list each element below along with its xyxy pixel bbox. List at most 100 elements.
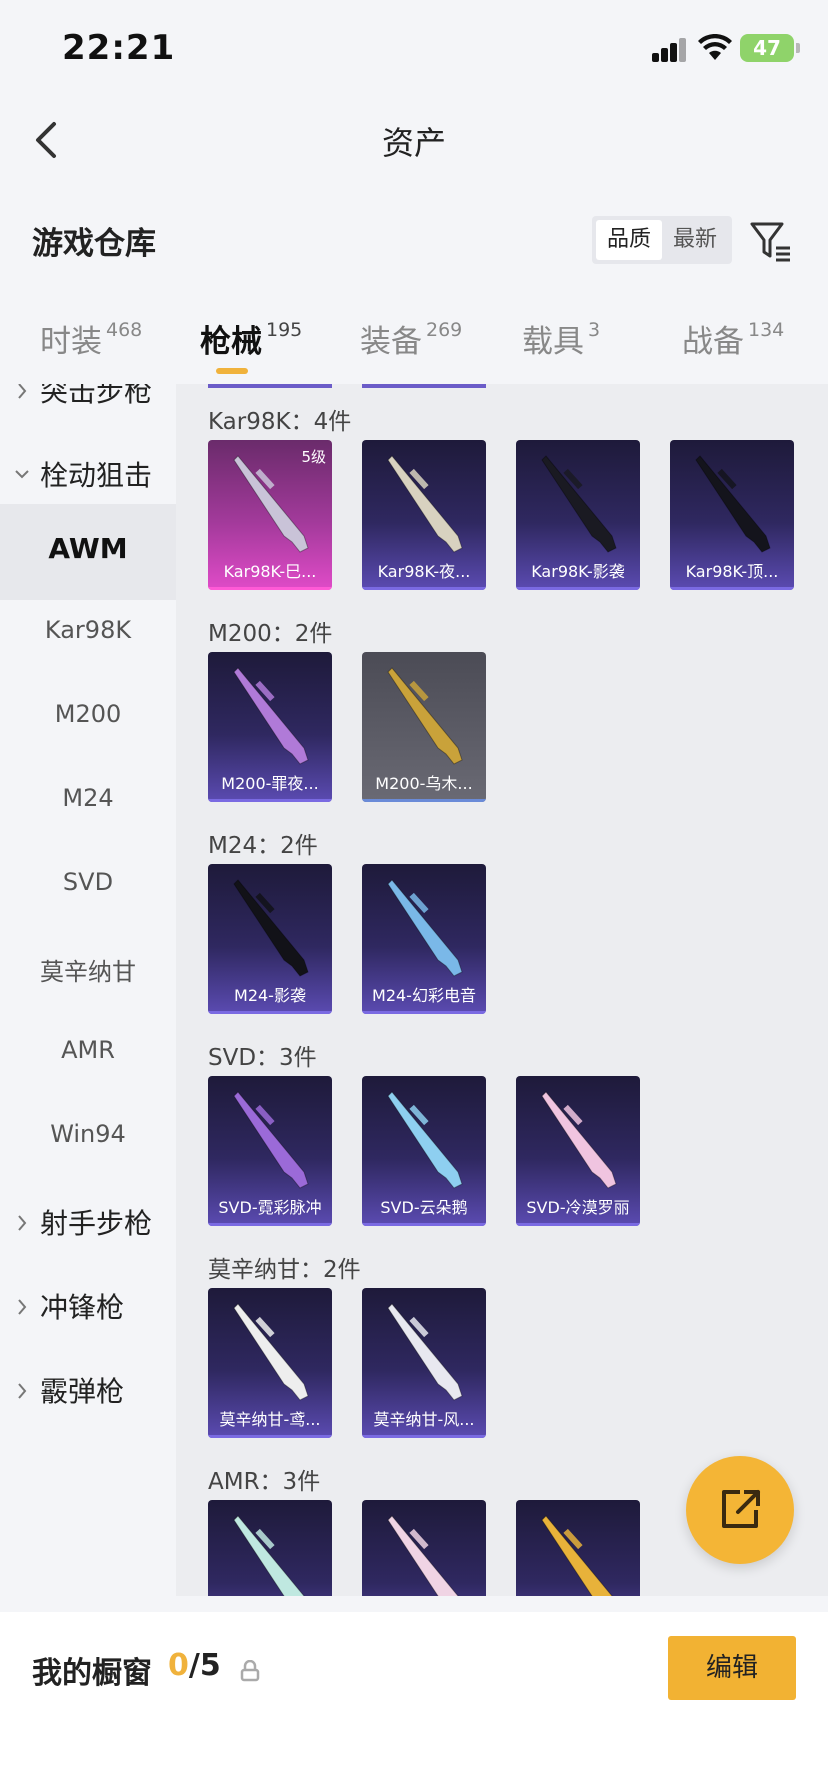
tab-label: 枪械 bbox=[200, 324, 262, 360]
sidebar-item-label: 莫辛纳甘 bbox=[40, 958, 136, 986]
card-edge bbox=[208, 384, 332, 388]
sidebar-item-label: M24 bbox=[62, 784, 114, 812]
weapon-group-title: M24：2件 bbox=[208, 833, 318, 859]
showcase-current: 0 bbox=[168, 1648, 189, 1683]
weapon-card[interactable] bbox=[362, 1500, 486, 1596]
edit-button[interactable]: 编辑 bbox=[668, 1636, 796, 1700]
sidebar-item[interactable]: AMR bbox=[0, 1008, 176, 1104]
sort-toggle: 品质 最新 bbox=[592, 216, 732, 264]
weapon-card-name: M200-罪夜... bbox=[221, 774, 319, 793]
weapon-group: M24：2件 M24-影袭 M24-幻彩电音 bbox=[176, 826, 828, 1038]
lock-icon bbox=[240, 1660, 260, 1682]
weapon-card[interactable]: SVD-冷漠罗丽 bbox=[516, 1076, 640, 1226]
sidebar-item[interactable]: M200 bbox=[0, 672, 176, 768]
weapon-card[interactable]: M200-罪夜... bbox=[208, 652, 332, 802]
chevron-right-icon bbox=[18, 1215, 27, 1231]
weapon-card[interactable]: Kar98K-影袭 bbox=[516, 440, 640, 590]
tab-label: 装备 bbox=[360, 324, 422, 360]
weapon-card-name: 莫辛纳甘-风... bbox=[373, 1410, 475, 1429]
sidebar-item[interactable]: M24 bbox=[0, 756, 176, 852]
weapon-card[interactable]: 莫辛纳甘-风... bbox=[362, 1288, 486, 1438]
sidebar-item[interactable]: 射手步枪 bbox=[0, 1176, 176, 1272]
chevron-right-icon bbox=[18, 1299, 27, 1315]
sidebar-item[interactable]: Win94 bbox=[0, 1092, 176, 1188]
weapon-card[interactable]: M200-乌木... bbox=[362, 652, 486, 802]
sidebar-item[interactable]: 冲锋枪 bbox=[0, 1260, 176, 1356]
weapon-card-name: Kar98K-巳... bbox=[223, 562, 317, 581]
rarity-bar bbox=[362, 1435, 486, 1438]
weapon-card-name: M24-影袭 bbox=[234, 986, 306, 1005]
tab-supplies[interactable]: 战备 134 bbox=[682, 316, 784, 376]
weapon-card[interactable] bbox=[208, 1500, 332, 1596]
rarity-bar bbox=[362, 1011, 486, 1014]
rifle-icon bbox=[387, 1515, 459, 1596]
tab-equipment[interactable]: 装备 269 bbox=[360, 316, 462, 376]
weapon-card[interactable] bbox=[516, 1500, 640, 1596]
rarity-bar bbox=[362, 587, 486, 590]
sidebar-item[interactable]: SVD bbox=[0, 840, 176, 936]
sidebar-item[interactable]: 霰弹枪 bbox=[0, 1344, 176, 1440]
weapon-group: Kar98K：4件 5级 Kar98K-巳... Kar98K-夜... Kar98K-… bbox=[176, 402, 828, 614]
weapon-card[interactable]: 莫辛纳甘-鸢... bbox=[208, 1288, 332, 1438]
warehouse-title: 游戏仓库 bbox=[32, 226, 156, 262]
showcase-total: /5 bbox=[188, 1648, 221, 1683]
chevron-right-icon bbox=[18, 1383, 27, 1399]
weapon-card[interactable]: SVD-霓彩脉冲 bbox=[208, 1076, 332, 1226]
rarity-bar bbox=[208, 799, 332, 802]
weapon-card[interactable]: Kar98K-顶... bbox=[670, 440, 794, 590]
weapon-card[interactable]: 5级 Kar98K-巳... bbox=[208, 440, 332, 590]
sidebar-item[interactable]: 莫辛纳甘 bbox=[0, 924, 176, 1020]
wifi-icon bbox=[698, 34, 732, 60]
sidebar-item[interactable]: AWM bbox=[0, 504, 176, 600]
tab-count: 269 bbox=[426, 319, 463, 341]
rarity-bar bbox=[516, 1223, 640, 1226]
sidebar-item-label: M200 bbox=[54, 700, 122, 728]
sort-newest-button[interactable]: 最新 bbox=[662, 220, 728, 260]
status-time: 22:21 bbox=[62, 28, 176, 68]
rarity-bar bbox=[362, 1223, 486, 1226]
weapon-card[interactable]: M24-幻彩电音 bbox=[362, 864, 486, 1014]
weapon-card-name: SVD-云朵鹅 bbox=[380, 1198, 468, 1217]
weapon-card[interactable]: M24-影袭 bbox=[208, 864, 332, 1014]
status-bar: 22:21 47 bbox=[0, 0, 828, 100]
sidebar-item-label: 射手步枪 bbox=[40, 1207, 153, 1240]
weapon-card-name: 莫辛纳甘-鸢... bbox=[219, 1410, 321, 1429]
chevron-right-icon bbox=[18, 384, 27, 399]
sidebar-item-label: AWM bbox=[48, 532, 128, 565]
rarity-bar bbox=[516, 587, 640, 590]
sidebar-item-label: AMR bbox=[61, 1036, 115, 1064]
weapon-group-title: 莫辛纳甘：2件 bbox=[208, 1257, 361, 1283]
category-tabs: 时装 468 枪械 195 装备 269 载具 3 战备 134 bbox=[0, 300, 828, 384]
signal-icon bbox=[652, 36, 688, 62]
weapon-card[interactable]: SVD-云朵鹅 bbox=[362, 1076, 486, 1226]
tab-label: 时装 bbox=[40, 324, 102, 360]
tab-firearms[interactable]: 枪械 195 bbox=[200, 316, 302, 376]
warehouse-header: 游戏仓库 品质 最新 bbox=[0, 200, 828, 280]
card-edge bbox=[362, 384, 486, 388]
tab-count: 3 bbox=[588, 319, 601, 341]
tab-vehicles[interactable]: 载具 3 bbox=[522, 316, 600, 376]
filter-icon[interactable] bbox=[748, 218, 794, 264]
tab-count: 468 bbox=[106, 319, 143, 341]
sidebar-item-label: 突击步枪 bbox=[40, 384, 153, 408]
sidebar-item[interactable]: Kar98K bbox=[0, 588, 176, 684]
weapon-group: 莫辛纳甘：2件莫辛纳甘-鸢... 莫辛纳甘-风... bbox=[176, 1250, 828, 1462]
weapon-card[interactable]: Kar98K-夜... bbox=[362, 440, 486, 590]
showcase-label: 我的橱窗 bbox=[32, 1656, 152, 1691]
showcase-bar: 我的橱窗 0/5 编辑 bbox=[0, 1612, 828, 1792]
weapon-type-sidebar: 突击步枪 栓动狙击 AWM Kar98K M200 M24 SVD 莫辛纳甘 AMR Win94 射… bbox=[0, 384, 176, 1596]
share-button[interactable] bbox=[686, 1456, 794, 1564]
tab-label: 载具 bbox=[522, 324, 584, 360]
rarity-bar bbox=[670, 587, 794, 590]
tab-count: 195 bbox=[266, 319, 303, 341]
sidebar-item-label: 霰弹枪 bbox=[40, 1375, 125, 1408]
sidebar-item-label: 冲锋枪 bbox=[40, 1291, 125, 1324]
weapon-card-name: SVD-冷漠罗丽 bbox=[526, 1198, 630, 1217]
tab-outfit[interactable]: 时装 468 bbox=[40, 316, 142, 376]
weapon-card-name: Kar98K-影袭 bbox=[531, 562, 625, 581]
sort-quality-button[interactable]: 品质 bbox=[596, 220, 662, 260]
weapon-group: SVD：3件 SVD-霓彩脉冲 SVD-云朵鹅 SVD-冷漠罗丽 bbox=[176, 1038, 828, 1250]
weapon-group-title: SVD：3件 bbox=[208, 1045, 317, 1071]
rarity-bar bbox=[208, 1011, 332, 1014]
battery-level: 47 bbox=[753, 36, 781, 60]
